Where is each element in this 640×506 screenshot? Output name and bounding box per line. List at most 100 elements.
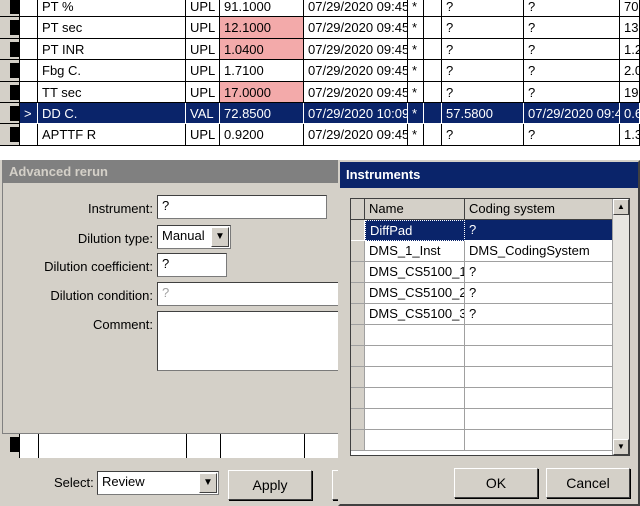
table-row[interactable]: > DD C. VAL 72.8500 07/29/2020 10:09 * 57.5800… <box>0 103 640 125</box>
cell-src[interactable]: UPL <box>186 81 220 103</box>
instrument-name-cell[interactable]: DMS_1_Inst <box>365 241 465 262</box>
cell-last[interactable]: 19. <box>620 81 640 103</box>
cell-test[interactable]: Fbg C. <box>38 60 186 82</box>
coding-system-cell[interactable]: ? <box>465 304 613 325</box>
cell-time[interactable]: 07/29/2020 09:45 <box>304 81 408 103</box>
list-item[interactable]: DMS_CS5100_2? <box>351 283 613 304</box>
cell-last[interactable]: 1.2 <box>620 38 640 61</box>
dilution-condition-field[interactable]: ? <box>157 282 345 306</box>
instrument-name-cell[interactable]: DiffPad <box>365 220 465 241</box>
cell-value[interactable]: 12.1000 <box>220 17 304 39</box>
table-row[interactable]: TT secUPL17.000007/29/2020 09:45*??19. <box>0 81 640 103</box>
cell-flag[interactable]: * <box>408 81 424 103</box>
row-selector[interactable] <box>0 38 20 61</box>
cell-time[interactable]: 07/29/2020 09:45 <box>304 0 408 18</box>
chevron-down-icon[interactable]: ▼ <box>199 473 217 493</box>
cell-time[interactable]: 07/29/2020 10:09 <box>304 103 408 125</box>
cell-ref[interactable]: 57.5800 <box>442 103 524 125</box>
cell-ref[interactable]: ? <box>442 17 524 39</box>
cell-test[interactable]: PT % <box>38 0 186 18</box>
cell-src[interactable]: VAL <box>186 103 220 125</box>
table-row[interactable]: PT INRUPL1.040007/29/2020 09:45*??1.2 <box>0 38 640 61</box>
cell-value[interactable]: 91.1000 <box>220 0 304 18</box>
cell-flag[interactable]: * <box>408 124 424 146</box>
instrument-name-cell[interactable]: DMS_CS5100_3 <box>365 304 465 325</box>
cell-blank[interactable] <box>424 81 442 103</box>
cell-time[interactable]: 07/29/2020 09:45 <box>304 124 408 146</box>
cell-flag[interactable]: * <box>408 38 424 61</box>
cell-src[interactable]: UPL <box>186 0 220 18</box>
cell-time[interactable]: 07/29/2020 09:45 <box>304 17 408 39</box>
cell-value[interactable]: 17.0000 <box>220 81 304 103</box>
cell-test[interactable]: PT INR <box>38 38 186 61</box>
coding-system-cell[interactable]: ? <box>465 262 613 283</box>
cell-ref-time[interactable]: ? <box>524 17 620 39</box>
cell-ref[interactable]: ? <box>442 38 524 61</box>
cell-ref[interactable]: ? <box>442 81 524 103</box>
cell-blank[interactable] <box>424 103 442 125</box>
cell-last[interactable]: 0.6 <box>620 103 640 125</box>
instrument-name-cell[interactable]: DMS_CS5100_1 <box>365 262 465 283</box>
cell-blank[interactable] <box>424 38 442 61</box>
cell-blank[interactable] <box>424 124 442 146</box>
column-header-name[interactable]: Name <box>365 199 465 220</box>
cell-ref-time[interactable]: ? <box>524 81 620 103</box>
cell-value[interactable]: 0.9200 <box>220 124 304 146</box>
cell-value[interactable]: 1.0400 <box>220 38 304 61</box>
cell-time[interactable]: 07/29/2020 09:45 <box>304 60 408 82</box>
cell-ref-time[interactable]: ? <box>524 124 620 146</box>
row-selector[interactable] <box>0 17 20 39</box>
cell-test[interactable]: TT sec <box>38 81 186 103</box>
row-selector[interactable] <box>0 60 20 82</box>
cell-blank[interactable] <box>424 0 442 18</box>
cell-ref-time[interactable]: ? <box>524 38 620 61</box>
table-row[interactable]: Fbg C.UPL1.710007/29/2020 09:45*??2.0 <box>0 60 640 82</box>
cell-last[interactable]: 70. <box>620 0 640 18</box>
list-item[interactable]: DMS_CS5100_1? <box>351 262 613 283</box>
cell-blank[interactable] <box>424 60 442 82</box>
vertical-scrollbar[interactable]: ▲ ▼ <box>612 199 629 455</box>
cell-flag[interactable]: * <box>408 103 424 125</box>
cancel-button[interactable]: Cancel <box>546 468 630 498</box>
list-item[interactable]: DMS_CS5100_3? <box>351 304 613 325</box>
cell-test[interactable]: PT sec <box>38 17 186 39</box>
row-selector[interactable] <box>0 81 20 103</box>
cell-blank[interactable] <box>424 17 442 39</box>
ok-button[interactable]: OK <box>454 468 538 498</box>
instrument-field[interactable]: ? <box>157 195 327 219</box>
cell-last[interactable]: 1.3 <box>620 124 640 146</box>
select-dropdown[interactable]: Review ▼ <box>97 471 219 495</box>
comment-textarea[interactable] <box>157 311 345 371</box>
cell-ref[interactable]: ? <box>442 60 524 82</box>
cell-flag[interactable]: * <box>408 0 424 18</box>
cell-last[interactable]: 2.0 <box>620 60 640 82</box>
table-row[interactable]: PT %UPL91.100007/29/2020 09:45*??70. <box>0 0 640 18</box>
cell-ref-time[interactable]: ? <box>524 60 620 82</box>
cell-value[interactable]: 1.7100 <box>220 60 304 82</box>
table-row[interactable]: APTTF RUPL0.920007/29/2020 09:45*??1.3 <box>0 124 640 146</box>
dilution-coefficient-field[interactable]: ? <box>157 253 227 277</box>
cell-test[interactable]: APTTF R <box>38 124 186 146</box>
coding-system-cell[interactable]: DMS_CodingSystem <box>465 241 613 262</box>
row-selector[interactable] <box>0 103 20 125</box>
cell-time[interactable]: 07/29/2020 09:45 <box>304 38 408 61</box>
coding-system-cell[interactable]: ? <box>465 283 613 304</box>
scroll-up-icon[interactable]: ▲ <box>613 199 629 215</box>
scroll-down-icon[interactable]: ▼ <box>613 439 629 455</box>
row-selector[interactable] <box>0 124 20 146</box>
chevron-down-icon[interactable]: ▼ <box>211 227 229 247</box>
cell-src[interactable]: UPL <box>186 17 220 39</box>
cell-ref[interactable]: ? <box>442 124 524 146</box>
row-selector[interactable] <box>0 0 20 18</box>
cell-src[interactable]: UPL <box>186 38 220 61</box>
cell-flag[interactable]: * <box>408 17 424 39</box>
apply-button[interactable]: Apply <box>228 470 312 500</box>
cell-test[interactable]: DD C. <box>38 103 186 125</box>
cell-flag[interactable]: * <box>408 60 424 82</box>
cell-last[interactable]: 13. <box>620 17 640 39</box>
cell-ref[interactable]: ? <box>442 0 524 18</box>
instrument-name-cell[interactable]: DMS_CS5100_2 <box>365 283 465 304</box>
cell-value[interactable]: 72.8500 <box>220 103 304 125</box>
table-row[interactable]: PT secUPL12.100007/29/2020 09:45*??13. <box>0 17 640 39</box>
list-item[interactable]: DiffPad? <box>351 220 613 241</box>
